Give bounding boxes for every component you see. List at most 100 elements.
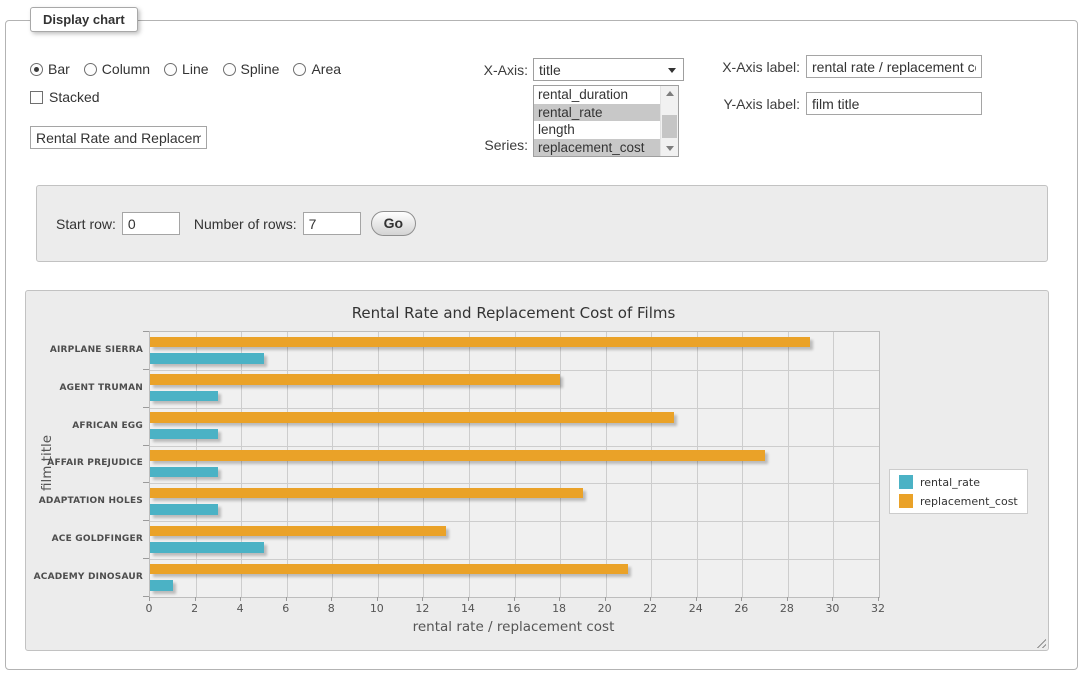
series-option-rental_duration[interactable]: rental_duration (534, 86, 660, 104)
gridline-h (150, 408, 879, 409)
num-rows-label: Number of rows: (194, 216, 297, 232)
y-tick-mark (143, 596, 149, 597)
series-option-rental_rate[interactable]: rental_rate (534, 104, 660, 122)
x-tick-mark (331, 597, 332, 601)
start-row-input[interactable] (122, 212, 180, 235)
scroll-up-button[interactable] (661, 86, 678, 101)
chart-type-bar[interactable]: Bar (30, 61, 70, 77)
series-listbox[interactable]: rental_durationrental_ratelengthreplacem… (533, 85, 679, 157)
x-tick-mark (377, 597, 378, 601)
gridline-v (196, 332, 197, 597)
plot-area (149, 331, 880, 598)
bar-replacement_cost[interactable] (150, 564, 628, 575)
legend-entry-rental_rate[interactable]: rental_rate (899, 475, 1018, 489)
chart-type-row: Bar Column Line Spline Area (30, 56, 341, 82)
x-tick-mark (149, 597, 150, 601)
legend-entry-replacement_cost[interactable]: replacement_cost (899, 494, 1018, 508)
series-scrollbar[interactable] (660, 86, 678, 156)
gridline-h (150, 521, 879, 522)
x-tick-label: 12 (415, 602, 429, 615)
scrollbar-thumb[interactable] (662, 115, 677, 138)
x-tick-label: 26 (734, 602, 748, 615)
radio-label: Area (311, 61, 341, 77)
radio-icon (30, 63, 43, 76)
gridline-v (287, 332, 288, 597)
x-axis-selected-value: title (539, 62, 561, 78)
x-tick-mark (240, 597, 241, 601)
x-tick-mark (878, 597, 879, 601)
x-tick-label: 2 (191, 602, 198, 615)
chart-type-area[interactable]: Area (293, 61, 341, 77)
radio-label: Line (182, 61, 208, 77)
radio-label: Spline (241, 61, 280, 77)
x-tick-label: 18 (552, 602, 566, 615)
x-axis-select[interactable]: title (533, 58, 684, 81)
x-tick-label: 22 (643, 602, 657, 615)
y-tick-mark (143, 520, 149, 521)
bar-rental_rate[interactable] (150, 429, 218, 440)
gridline-v (469, 332, 470, 597)
bar-rental_rate[interactable] (150, 391, 218, 402)
row-controls-panel: Start row: Number of rows: Go (36, 185, 1048, 262)
bar-replacement_cost[interactable] (150, 450, 765, 461)
gridline-h (150, 559, 879, 560)
category-label: ADAPTATION HOLES (46, 482, 143, 520)
gridline-v (423, 332, 424, 597)
chart-title-input[interactable] (30, 126, 207, 149)
category-label: ACE GOLDFINGER (46, 520, 143, 558)
gridline-h (150, 370, 879, 371)
bar-rental_rate[interactable] (150, 542, 264, 553)
stacked-row[interactable]: Stacked (30, 86, 100, 108)
chart-type-line[interactable]: Line (164, 61, 208, 77)
x-axis-select-label: X-Axis: (440, 62, 528, 78)
x-tick-mark (286, 597, 287, 601)
legend-label: rental_rate (920, 476, 980, 489)
x-tick-label: 20 (598, 602, 612, 615)
legend-label: replacement_cost (920, 495, 1018, 508)
legend-swatch (899, 475, 913, 489)
category-label: AGENT TRUMAN (46, 369, 143, 407)
x-tick-mark (741, 597, 742, 601)
bar-replacement_cost[interactable] (150, 337, 810, 348)
gridline-v (378, 332, 379, 597)
y-axis-title: film title (39, 435, 55, 491)
x-tick-mark (832, 597, 833, 601)
chart-legend: rental_rate replacement_cost (889, 469, 1028, 514)
bar-rental_rate[interactable] (150, 504, 218, 515)
x-axis-label-input[interactable] (806, 55, 982, 78)
chart-type-spline[interactable]: Spline (223, 61, 280, 77)
bar-rental_rate[interactable] (150, 353, 264, 364)
arrow-up-icon (666, 91, 674, 96)
series-option-length[interactable]: length (534, 121, 660, 139)
bar-replacement_cost[interactable] (150, 412, 674, 423)
radio-label: Bar (48, 61, 70, 77)
bar-rental_rate[interactable] (150, 467, 218, 478)
go-button[interactable]: Go (371, 211, 416, 236)
bar-replacement_cost[interactable] (150, 526, 446, 537)
x-tick-label: 8 (328, 602, 335, 615)
stacked-checkbox[interactable] (30, 91, 43, 104)
x-tick-mark (468, 597, 469, 601)
series-option-replacement_cost[interactable]: replacement_cost (534, 139, 660, 157)
num-rows-input[interactable] (303, 212, 361, 235)
gridline-v (651, 332, 652, 597)
bar-replacement_cost[interactable] (150, 374, 560, 385)
x-tick-mark (559, 597, 560, 601)
radio-icon (84, 63, 97, 76)
x-tick-label: 0 (146, 602, 153, 615)
x-axis-label-label: X-Axis label: (700, 59, 800, 75)
bar-rental_rate[interactable] (150, 580, 173, 591)
gridline-v (241, 332, 242, 597)
x-tick-label: 32 (871, 602, 885, 615)
resize-grip-icon[interactable] (1034, 636, 1046, 648)
bar-replacement_cost[interactable] (150, 488, 583, 499)
x-tick-label: 28 (780, 602, 794, 615)
chart-type-column[interactable]: Column (84, 61, 150, 77)
radio-label: Column (102, 61, 150, 77)
scroll-down-button[interactable] (661, 141, 678, 156)
series-options: rental_durationrental_ratelengthreplacem… (534, 86, 660, 156)
y-tick-mark (143, 331, 149, 332)
arrow-down-icon (666, 146, 674, 151)
y-axis-label-input[interactable] (806, 92, 982, 115)
x-tick-mark (696, 597, 697, 601)
